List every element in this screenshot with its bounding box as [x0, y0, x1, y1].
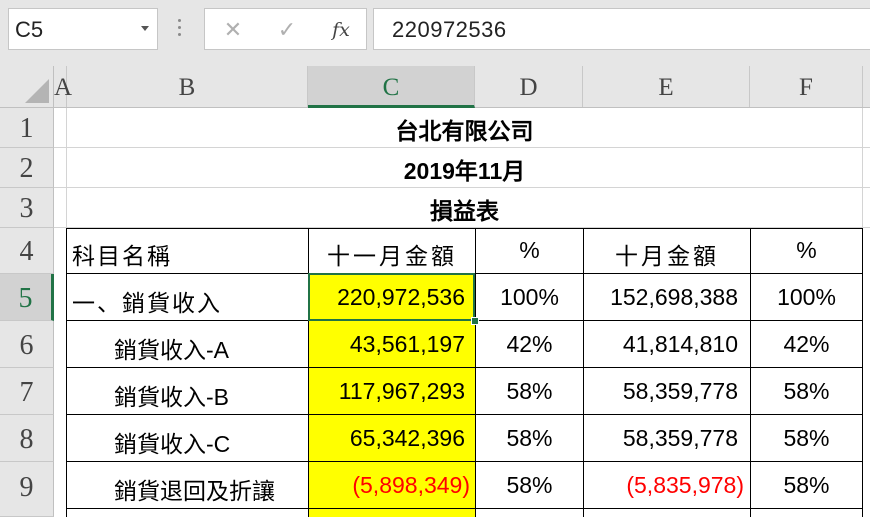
header-nov-pct[interactable]: % [476, 237, 583, 264]
cell-nov-amount[interactable]: (5,898,349) [309, 472, 470, 499]
company-title[interactable]: 台北有限公司 [67, 112, 862, 146]
cell-oct-amount[interactable]: 152,698,388 [584, 284, 738, 311]
select-all-icon[interactable] [25, 79, 49, 103]
cell-item[interactable]: 銷貨收入-C [114, 425, 304, 459]
column-header-c[interactable]: C [308, 66, 475, 108]
row-header-9[interactable]: 9 [0, 462, 54, 517]
cell-nov-amount[interactable]: 117,967,293 [309, 378, 465, 405]
formula-bar: C5 ✕ ✓ fx 220972536 [0, 0, 870, 66]
formula-buttons: ✕ ✓ fx [204, 8, 367, 50]
formula-value[interactable]: 220972536 [392, 17, 507, 43]
insert-function-icon[interactable]: fx [327, 17, 355, 43]
cell-oct-amount[interactable]: 58,359,778 [584, 425, 738, 452]
header-oct-pct[interactable]: % [751, 237, 862, 264]
column-header-a[interactable]: A [54, 66, 72, 107]
period-title[interactable]: 2019年11月 [67, 152, 862, 186]
header-nov-amount[interactable]: 十一月金額 [309, 237, 475, 271]
report-title[interactable]: 損益表 [67, 192, 862, 226]
row-header-6[interactable]: 6 [0, 321, 54, 368]
cell-oct-pct[interactable]: 42% [751, 331, 862, 358]
more-vert-icon[interactable] [176, 16, 182, 42]
cell-oct-amount[interactable]: 41,814,810 [584, 331, 738, 358]
cell-nov-pct[interactable]: 58% [476, 472, 583, 499]
formula-input[interactable]: 220972536 [373, 8, 870, 50]
name-box[interactable]: C5 [8, 8, 158, 50]
row-header-8[interactable]: 8 [0, 415, 54, 462]
cell-oct-pct[interactable]: 58% [751, 472, 862, 499]
close-icon[interactable]: ✕ [219, 17, 247, 43]
row-header-3[interactable]: 3 [0, 188, 54, 228]
column-header-d[interactable]: D [475, 66, 583, 107]
column-header-b[interactable]: B [67, 66, 308, 107]
header-oct-amount[interactable]: 十月金額 [584, 237, 750, 271]
row-header-4[interactable]: 4 [0, 228, 54, 274]
cell-oct-pct[interactable]: 58% [751, 425, 862, 452]
cell-oct-amount[interactable]: (5,835,978) [584, 472, 744, 499]
row-header-2[interactable]: 2 [0, 148, 54, 188]
cell-nov-amount[interactable]: 65,342,396 [309, 425, 465, 452]
row-header-1[interactable]: 1 [0, 108, 54, 148]
column-header-f[interactable]: F [750, 66, 863, 107]
row-header-5[interactable]: 5 [0, 274, 54, 321]
cell-nov-pct[interactable]: 100% [476, 284, 583, 311]
select-all-corner[interactable] [0, 66, 54, 108]
cell-item[interactable]: 銷貨收入-A [114, 331, 304, 365]
cell-item[interactable]: 銷貨退回及折讓 [114, 472, 306, 506]
active-cell-selection[interactable] [308, 273, 475, 321]
name-box-value[interactable]: C5 [15, 17, 43, 43]
row-header-7[interactable]: 7 [0, 368, 54, 415]
header-item[interactable]: 科目名稱 [72, 237, 302, 271]
cell-oct-amount[interactable]: 58,359,778 [584, 378, 738, 405]
chevron-down-icon[interactable] [141, 26, 149, 31]
cell-item[interactable]: 銷貨收入-B [114, 378, 304, 412]
check-icon[interactable]: ✓ [273, 17, 301, 43]
cell-nov-amount[interactable]: 43,561,197 [309, 331, 465, 358]
column-header-bar: A B C D E F [0, 66, 870, 108]
cell-nov-pct[interactable]: 58% [476, 378, 583, 405]
cell-oct-pct[interactable]: 58% [751, 378, 862, 405]
column-header-e[interactable]: E [583, 66, 750, 107]
cell-oct-pct[interactable]: 100% [751, 284, 862, 311]
fill-handle[interactable] [471, 317, 479, 325]
cell-nov-pct[interactable]: 58% [476, 425, 583, 452]
cell-item[interactable]: 一、銷貨收入 [72, 284, 302, 318]
cell-nov-pct[interactable]: 42% [476, 331, 583, 358]
